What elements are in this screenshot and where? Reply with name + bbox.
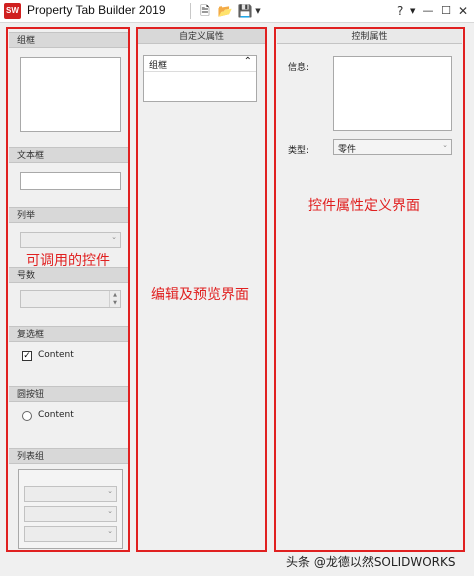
minimize-button[interactable]: —	[420, 2, 436, 20]
spin-up-icon[interactable]: ▲	[109, 291, 120, 299]
listgroup-preview[interactable]: ⌄ ⌄ ⌄	[18, 469, 123, 549]
toolbar-separator	[190, 3, 191, 19]
title-bar: SW Property Tab Builder 2019 🗎 📂 💾 ▼ ? ▼…	[0, 0, 474, 23]
custom-properties-header: 自定义属性	[138, 28, 265, 44]
new-file-icon[interactable]: 🗎	[196, 2, 214, 20]
chevron-down-icon: ⌄	[111, 233, 117, 241]
listgroup-dropdown-2[interactable]: ⌄	[24, 506, 117, 522]
help-dropdown-icon[interactable]: ▼	[410, 2, 415, 20]
save-disk-icon[interactable]: 💾	[236, 2, 254, 20]
type-select-value: 零件	[338, 145, 357, 155]
info-label: 信息:	[288, 63, 310, 73]
preview-groupbox-header[interactable]: 组框 ⌃	[144, 56, 256, 72]
listgroup-dropdown-1[interactable]: ⌄	[24, 486, 117, 502]
section-groupbox[interactable]: 组框	[9, 32, 128, 48]
info-textarea[interactable]	[333, 56, 452, 131]
groupbox-preview[interactable]	[20, 57, 121, 132]
left-annotation-text: 可调用的控件	[26, 253, 110, 269]
textbox-preview[interactable]	[20, 172, 121, 190]
checkbox-label: Content	[38, 350, 74, 360]
app-icon: SW	[4, 3, 21, 19]
section-checkbox[interactable]: 复选框	[9, 326, 128, 342]
list-dropdown-preview[interactable]: ⌄	[20, 232, 121, 248]
collapse-icon[interactable]: ⌃	[244, 56, 252, 67]
save-dropdown-icon[interactable]: ▼	[254, 2, 262, 20]
section-radio[interactable]: 圆按钮	[9, 386, 128, 402]
spin-down-icon[interactable]: ▼	[109, 299, 120, 307]
watermark: 头条 @龙德以然SOLIDWORKS	[286, 555, 456, 569]
middle-annotation-text: 编辑及预览界面	[151, 287, 249, 303]
section-list[interactable]: 列举	[9, 207, 128, 223]
right-annotation-text: 控件属性定义界面	[308, 198, 420, 214]
type-select[interactable]: 零件 ⌄	[333, 139, 452, 155]
control-properties-header: 控制属性	[277, 28, 462, 44]
chevron-down-icon: ⌄	[107, 527, 113, 535]
number-spinner-preview[interactable]: ▲ ▼	[20, 290, 121, 308]
window-title: Property Tab Builder 2019	[27, 3, 166, 17]
close-button[interactable]: ✕	[455, 2, 471, 20]
preview-groupbox-label: 组框	[149, 61, 168, 71]
checkbox-preview[interactable]: ✓	[22, 351, 32, 361]
section-listgroup[interactable]: 列表组	[9, 448, 128, 464]
radio-preview[interactable]	[22, 411, 32, 421]
type-label: 类型:	[288, 146, 310, 156]
radio-label: Content	[38, 410, 74, 420]
chevron-down-icon: ⌄	[107, 487, 113, 495]
section-textbox[interactable]: 文本框	[9, 147, 128, 163]
listgroup-dropdown-3[interactable]: ⌄	[24, 526, 117, 542]
preview-groupbox[interactable]: 组框 ⌃	[143, 55, 257, 102]
chevron-down-icon: ⌄	[107, 507, 113, 515]
chevron-down-icon: ⌄	[442, 141, 448, 149]
maximize-button[interactable]: ☐	[438, 2, 454, 20]
open-folder-icon[interactable]: 📂	[216, 2, 234, 20]
